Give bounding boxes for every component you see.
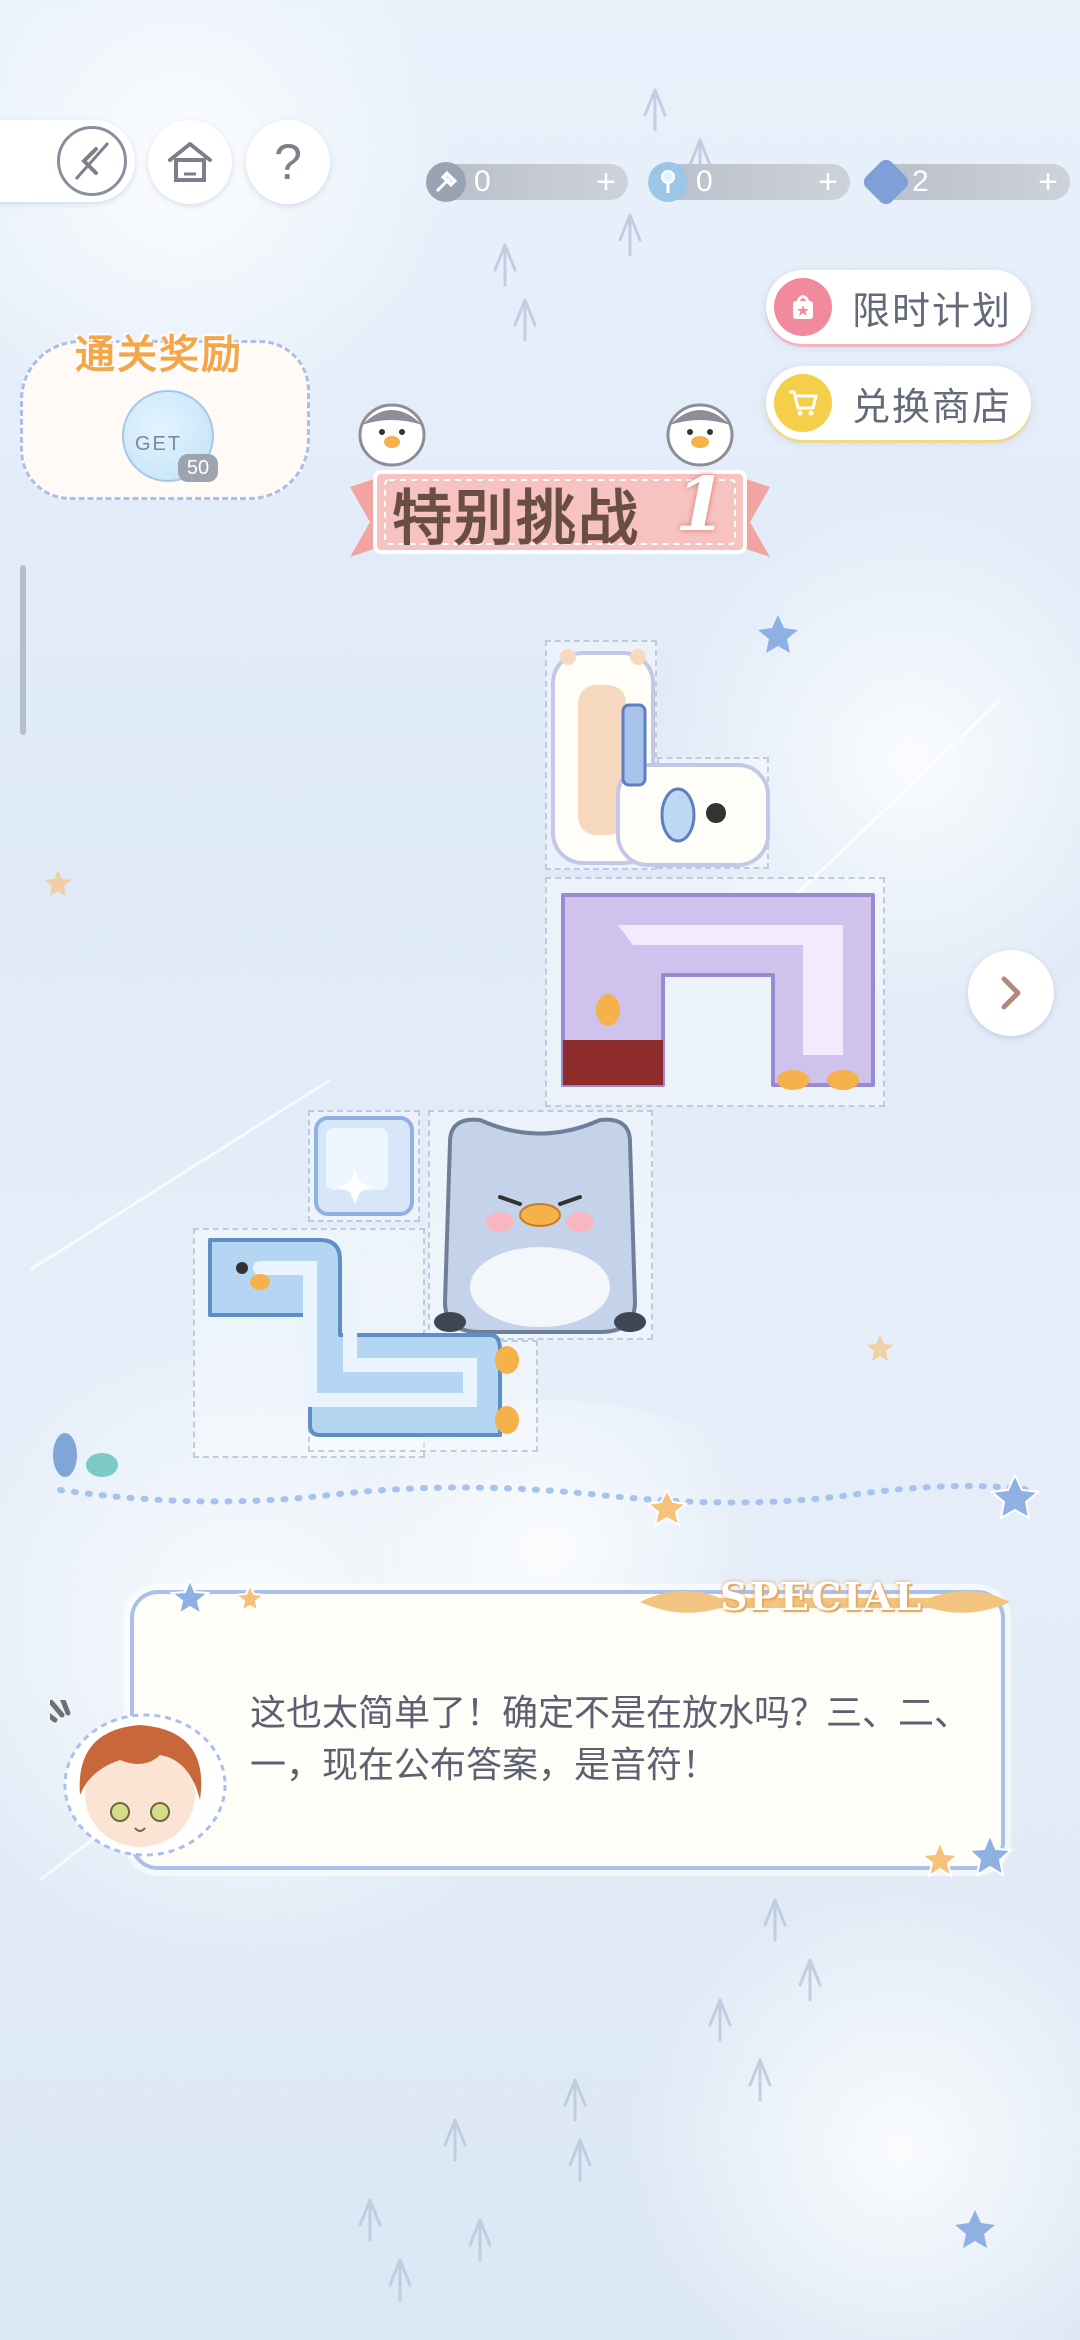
bird-mascot-right <box>666 403 734 467</box>
key-count: 0 <box>696 165 713 198</box>
shovel-count: 0 <box>474 165 491 198</box>
clear-reward-title: 通关奖励 <box>75 332 243 378</box>
resource-gem: 2 + <box>860 156 1070 208</box>
cart-icon <box>774 374 832 432</box>
ice-cube-piece[interactable] <box>310 1112 418 1220</box>
resource-shovel: 0 + <box>426 162 628 202</box>
chevron-right-icon <box>1001 976 1021 1010</box>
home-icon <box>168 142 212 182</box>
resource-key: 0 + <box>648 162 850 202</box>
polar-bear-piece[interactable] <box>548 645 773 870</box>
dialog-text: 这也太简单了！确定不是在放水吗？三、二、一，现在公布答案，是音符！ <box>250 1693 971 1786</box>
character-avatar <box>32 1690 240 1860</box>
gift-bag-icon <box>774 278 832 336</box>
home-button[interactable] <box>148 120 232 204</box>
limited-plan-button[interactable]: 限时计划 <box>766 270 1031 344</box>
special-badge: SPECIAL <box>720 1574 924 1619</box>
help-button[interactable]: ? <box>246 120 330 204</box>
back-arrow-icon <box>57 126 127 196</box>
challenge-number: 1 <box>675 462 727 548</box>
purple-penguin-piece[interactable] <box>553 880 888 1105</box>
next-level-button[interactable] <box>968 950 1054 1036</box>
add-key-button[interactable]: + <box>818 165 838 199</box>
add-shovel-button[interactable]: + <box>596 165 616 199</box>
back-button[interactable] <box>0 120 135 202</box>
shovel-icon <box>426 162 466 202</box>
bird-mascot-left <box>358 403 426 467</box>
challenge-title: 特别挑战 <box>392 484 640 554</box>
exchange-shop-label: 兑换商店 <box>852 384 1013 429</box>
help-icon: ? <box>274 134 302 190</box>
long-blue-penguin-piece[interactable] <box>200 1230 530 1455</box>
gem-count: 2 <box>912 165 929 198</box>
limited-plan-label: 限时计划 <box>852 288 1013 333</box>
exchange-shop-button[interactable]: 兑换商店 <box>766 366 1031 440</box>
get-label: GET <box>135 433 183 455</box>
reward-count-badge: 50 <box>178 454 218 482</box>
dialog-star-decoration-bottom <box>919 1832 1014 1879</box>
key-icon <box>648 162 688 202</box>
add-gem-button[interactable]: + <box>1038 165 1058 199</box>
dialog-star-decoration <box>169 1577 267 1617</box>
scroll-indicator <box>20 565 26 735</box>
